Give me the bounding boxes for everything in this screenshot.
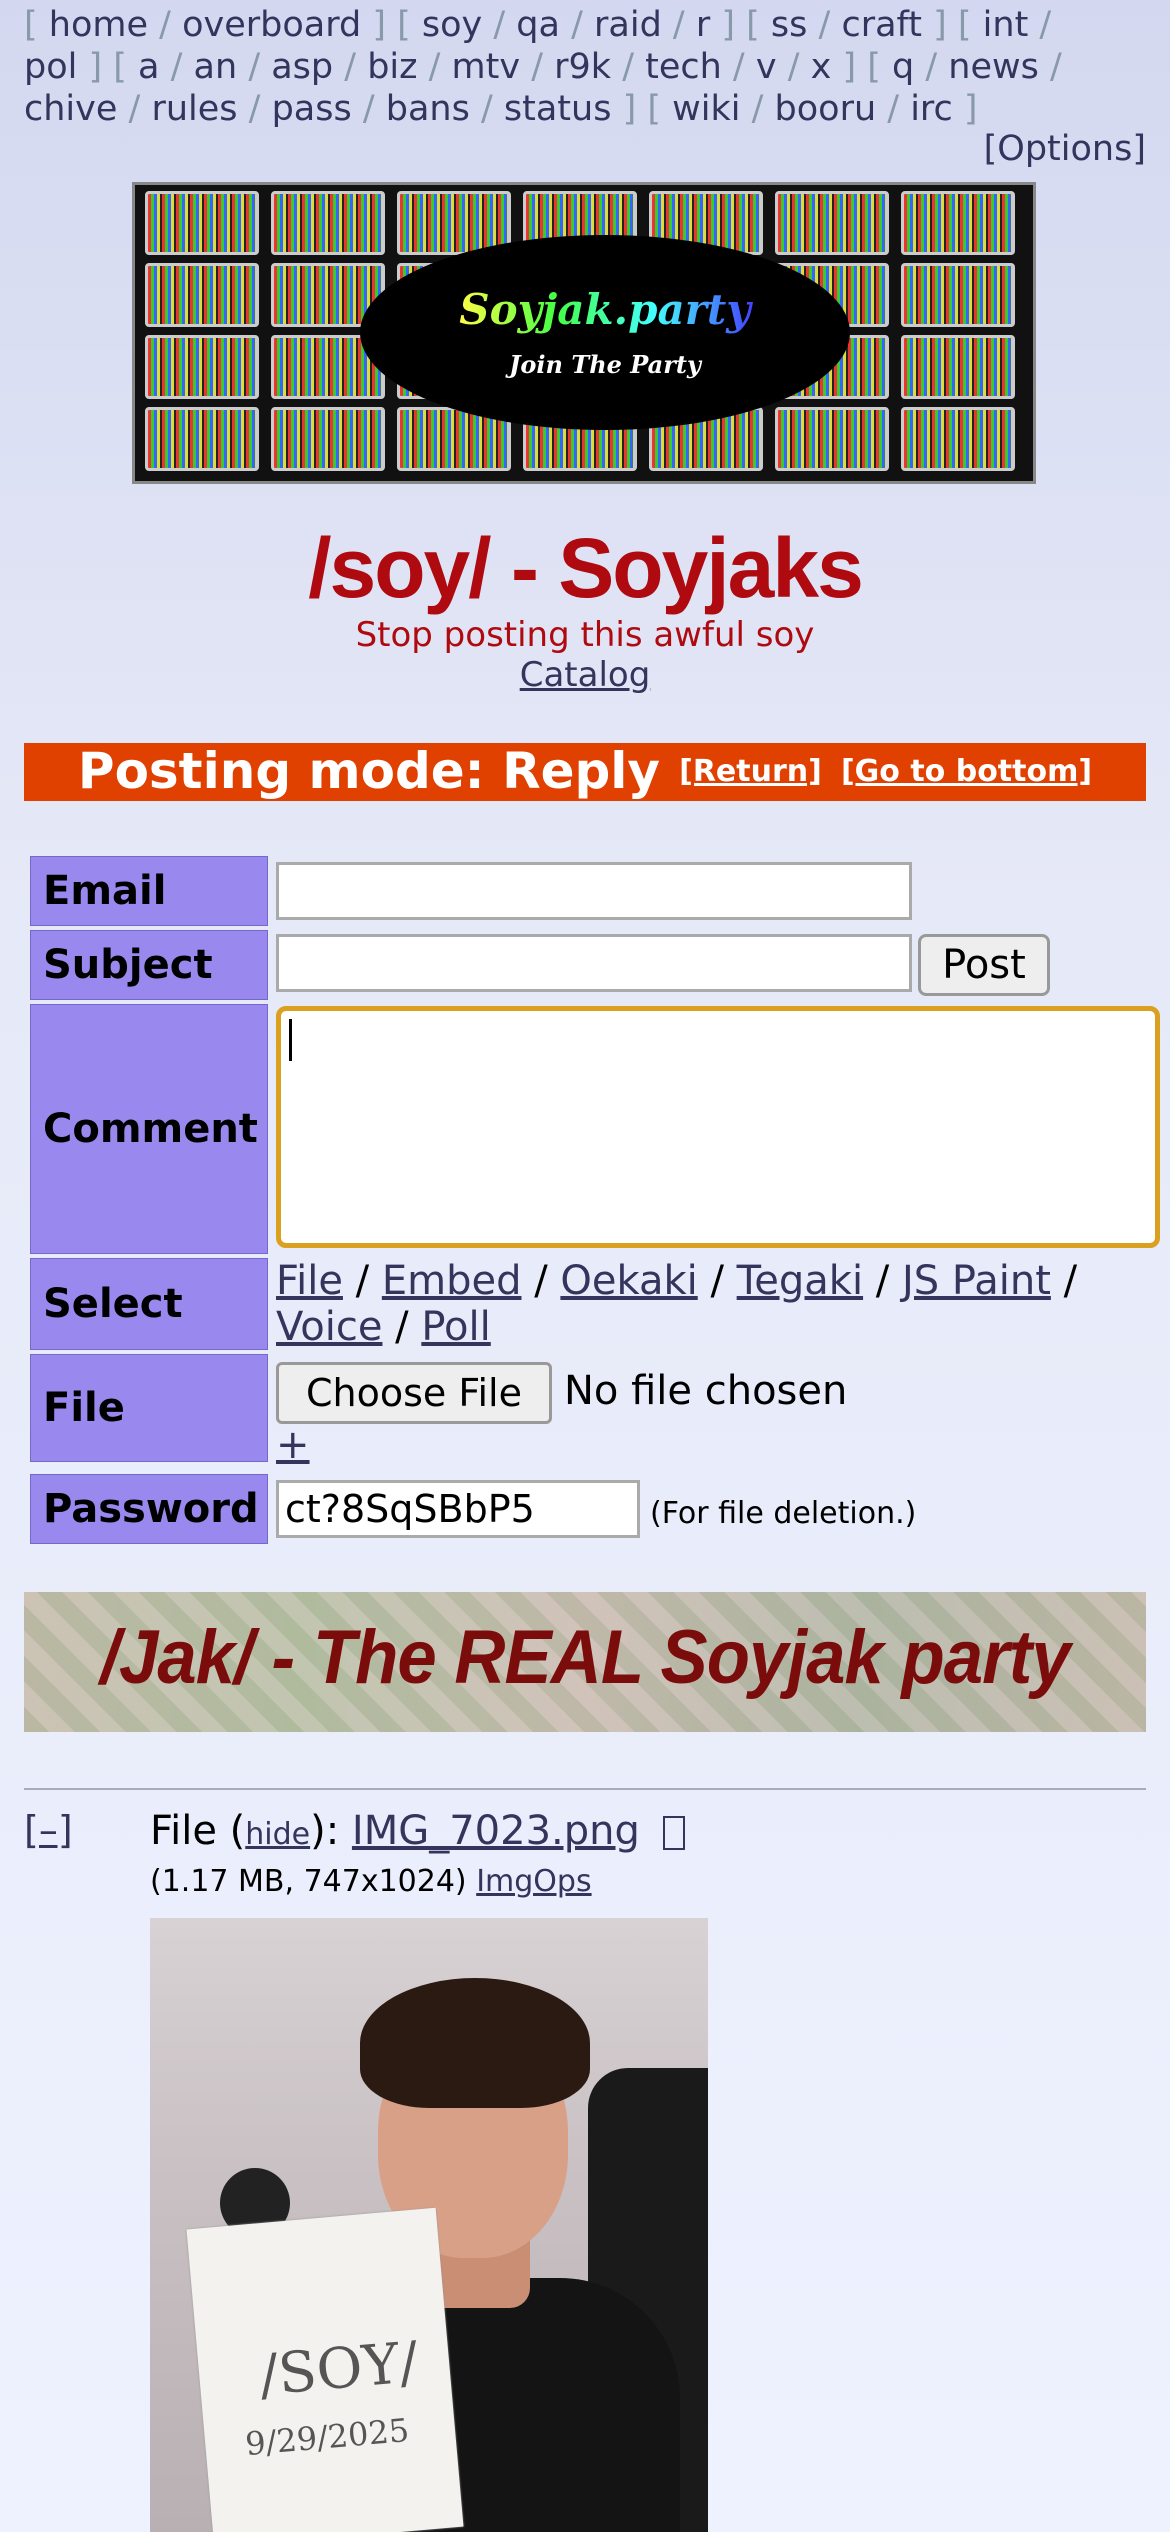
download-icon[interactable] xyxy=(662,1816,685,1850)
banner-tile xyxy=(145,335,259,399)
ad-banner[interactable]: /Jak/ - The REAL Soyjak party xyxy=(24,1592,1146,1732)
post-image[interactable]: /SOY/ 9/29/2025 xyxy=(150,1918,708,2532)
file-prefix: File ( xyxy=(150,1808,246,1854)
nav-link-pol[interactable]: pol xyxy=(24,47,77,87)
email-field[interactable] xyxy=(276,862,912,920)
nav-link-pass[interactable]: pass xyxy=(272,89,352,129)
site-banner[interactable]: Soyjak.party Join The Party xyxy=(132,182,1036,484)
file-label: File xyxy=(30,1354,268,1462)
paper-sign: /SOY/ 9/29/2025 xyxy=(186,2207,464,2532)
nav-link-news[interactable]: news xyxy=(948,47,1039,87)
nav-link-ss[interactable]: ss xyxy=(771,5,807,45)
nav-link-soy[interactable]: soy xyxy=(422,5,482,45)
paper-sign-line1: /SOY/ xyxy=(256,2329,421,2409)
nav-link-tech[interactable]: tech xyxy=(645,47,722,87)
comment-label: Comment xyxy=(30,1004,268,1254)
hair-shape xyxy=(360,1978,590,2108)
file-name-link[interactable]: IMG_7023.png xyxy=(352,1808,640,1854)
select-tegaki-link[interactable]: Tegaki xyxy=(737,1258,863,1304)
banner-tile xyxy=(271,407,385,471)
nav-link-r9k[interactable]: r9k xyxy=(554,47,611,87)
nav-link-int[interactable]: int xyxy=(983,5,1029,45)
banner-subtitle: Join The Party xyxy=(509,350,701,379)
nav-link-craft[interactable]: craft xyxy=(841,5,922,45)
subject-label: Subject xyxy=(30,930,268,1000)
page-title: /soy/ - Soyjaks xyxy=(308,521,864,615)
nav-link-an[interactable]: an xyxy=(194,47,238,87)
return-link[interactable]: [Return] xyxy=(679,754,822,789)
choose-file-button[interactable]: Choose File xyxy=(276,1362,552,1424)
banner-tile xyxy=(145,407,259,471)
nav-link-chive[interactable]: chive xyxy=(24,89,117,129)
board-list: [ home / overboard ] [ soy / qa / raid /… xyxy=(24,5,1062,129)
nav-link-asp[interactable]: asp xyxy=(271,47,333,87)
board-subtitle: Stop posting this awful soy xyxy=(355,615,815,655)
select-poll-link[interactable]: Poll xyxy=(421,1304,490,1350)
banner-tile xyxy=(901,263,1015,327)
subject-field[interactable] xyxy=(276,934,912,992)
select-file-link[interactable]: File xyxy=(276,1258,343,1304)
thread-collapse-toggle[interactable]: [–] xyxy=(24,1808,73,1852)
hide-file-link[interactable]: hide xyxy=(245,1817,310,1852)
posting-mode-bar: Posting mode: Reply [Return] [Go to bott… xyxy=(24,743,1146,801)
nav-link-raid[interactable]: raid xyxy=(594,5,662,45)
nav-link-r[interactable]: r xyxy=(696,5,710,45)
nav-link-irc[interactable]: irc xyxy=(910,89,953,129)
select-voice-link[interactable]: Voice xyxy=(276,1304,382,1350)
select-options: File / Embed / Oekaki / Tegaki / JS Pain… xyxy=(276,1258,1078,1350)
nav-link-qa[interactable]: qa xyxy=(516,5,560,45)
posting-mode-text: Posting mode: Reply xyxy=(77,742,661,800)
banner-tile xyxy=(901,191,1015,255)
nav-link-bans[interactable]: bans xyxy=(386,89,470,129)
file-meta-text: (1.17 MB, 747x1024) xyxy=(150,1864,477,1899)
nav-link-mtv[interactable]: mtv xyxy=(452,47,521,87)
banner-tile xyxy=(775,407,889,471)
nav-link-v[interactable]: v xyxy=(756,47,777,87)
banner-title: Soyjak.party xyxy=(360,285,850,334)
divider xyxy=(24,1788,1146,1790)
password-label: Password xyxy=(30,1474,268,1544)
password-note: (For file deletion.) xyxy=(650,1496,917,1531)
banner-tile xyxy=(775,191,889,255)
select-embed-link[interactable]: Embed xyxy=(382,1258,522,1304)
imgops-link[interactable]: ImgOps xyxy=(476,1864,591,1899)
file-info: File (hide): IMG_7023.png xyxy=(150,1808,685,1854)
select-oekaki-link[interactable]: Oekaki xyxy=(560,1258,697,1304)
nav-link-home[interactable]: home xyxy=(49,5,148,45)
banner-tile xyxy=(901,335,1015,399)
comment-textarea[interactable] xyxy=(276,1006,1160,1248)
catalog-link[interactable]: Catalog xyxy=(520,655,651,695)
email-label: Email xyxy=(30,856,268,926)
paper-sign-line2: 9/29/2025 xyxy=(243,2410,411,2464)
nav-link-a[interactable]: a xyxy=(138,47,159,87)
nav-link-overboard[interactable]: overboard xyxy=(182,5,361,45)
select-label: Select xyxy=(30,1258,268,1350)
post-button[interactable]: Post xyxy=(918,934,1050,996)
nav-link-rules[interactable]: rules xyxy=(151,89,237,129)
file-mid: ): xyxy=(310,1808,352,1854)
file-meta: (1.17 MB, 747x1024) ImgOps xyxy=(150,1864,592,1899)
banner-tile xyxy=(145,263,259,327)
password-field[interactable]: ct?8SqSBbP5 xyxy=(276,1480,640,1538)
banner-tile xyxy=(145,191,259,255)
no-file-chosen-text: No file chosen xyxy=(564,1368,848,1414)
nav-link-wiki[interactable]: wiki xyxy=(672,89,740,129)
select-jspaint-link[interactable]: JS Paint xyxy=(902,1258,1051,1304)
nav-link-x[interactable]: x xyxy=(811,47,832,87)
ad-banner-text: /Jak/ - The REAL Soyjak party xyxy=(100,1615,1070,1700)
nav-link-biz[interactable]: biz xyxy=(367,47,417,87)
options-link[interactable]: [Options] xyxy=(984,129,1146,169)
nav-link-status[interactable]: status xyxy=(504,89,612,129)
banner-tile xyxy=(271,191,385,255)
go-to-bottom-link[interactable]: [Go to bottom] xyxy=(841,754,1092,789)
add-file-link[interactable]: + xyxy=(276,1422,310,1468)
text-caret xyxy=(289,1019,292,1061)
nav-link-booru[interactable]: booru xyxy=(775,89,877,129)
banner-tile xyxy=(901,407,1015,471)
nav-link-q[interactable]: q xyxy=(892,47,914,87)
